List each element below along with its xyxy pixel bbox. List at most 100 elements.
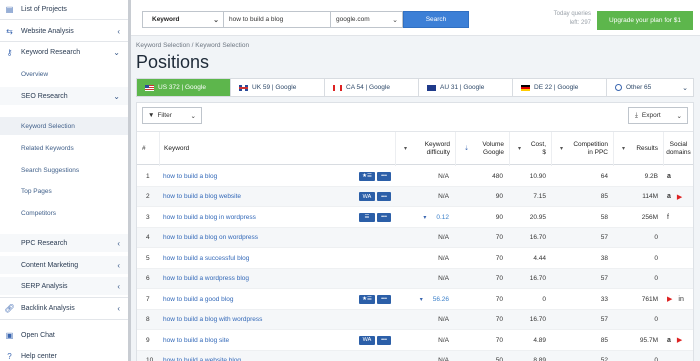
tab-ca[interactable]: CA 54 | Google bbox=[325, 79, 419, 96]
youtube-icon[interactable]: ▶ bbox=[677, 193, 682, 201]
list-icon: ▤ bbox=[5, 4, 14, 14]
amazon-icon[interactable]: a bbox=[667, 337, 671, 344]
more-icon[interactable]: ••• bbox=[377, 171, 391, 181]
table-row: 1 how to build a blog ★☰ ••• N/A 480 10.9… bbox=[137, 166, 693, 187]
social-domains: a ▶ bbox=[661, 187, 693, 207]
keyword-link[interactable]: how to build a blog in wordpress bbox=[163, 207, 353, 227]
social-domains bbox=[661, 248, 693, 268]
keyword-text[interactable]: how to build a blog in wordpress bbox=[163, 214, 256, 221]
more-icon[interactable]: ••• bbox=[377, 335, 391, 345]
col-difficulty[interactable]: ▾ Keyword difficulty bbox=[395, 132, 455, 166]
keyword-text[interactable]: how to build a blog with wordpress bbox=[163, 316, 262, 323]
chevron-down-icon[interactable]: ▾ bbox=[420, 296, 423, 303]
keyword-link[interactable]: how to build a blog bbox=[163, 166, 353, 186]
filter-button[interactable]: ▼ Filter ⌄ bbox=[142, 107, 202, 124]
sidebar-item-label: List of Projects bbox=[21, 5, 67, 13]
keyword-link[interactable]: how to build a good blog bbox=[163, 289, 353, 309]
search-type-select[interactable]: Keyword ⌄ bbox=[142, 11, 224, 28]
chevron-down-icon: ⌄ bbox=[113, 47, 120, 57]
col-cost[interactable]: ▾ Cost, $ bbox=[509, 132, 551, 166]
ca-flag-icon bbox=[333, 84, 342, 91]
serp-feature-icon[interactable]: ★☰ bbox=[359, 294, 375, 304]
keyword-link[interactable]: how to build a blog site bbox=[163, 330, 353, 350]
sidebar-item-competitors[interactable]: Competitors bbox=[0, 204, 128, 222]
sidebar-item-content-marketing[interactable]: Content Marketing ‹ bbox=[0, 256, 128, 274]
sidebar-item-search-suggestions[interactable]: Search Suggestions bbox=[0, 161, 128, 179]
difficulty-value[interactable]: 56.26 bbox=[433, 296, 449, 303]
more-icon[interactable]: ••• bbox=[377, 294, 391, 304]
row-number: 9 bbox=[146, 336, 150, 344]
volume-value: 70 bbox=[495, 336, 503, 344]
keyword-link[interactable]: how to build a blog website bbox=[163, 187, 353, 207]
youtube-icon[interactable]: ▶ bbox=[677, 336, 682, 344]
keyword-text[interactable]: how to build a blog bbox=[163, 173, 217, 180]
keyword-text[interactable]: how to build a blog site bbox=[163, 337, 229, 344]
download-icon: ⤓ bbox=[635, 111, 638, 119]
sidebar-item-list-of-projects[interactable]: ▤ List of Projects bbox=[0, 0, 128, 18]
sidebar-item-serp-analysis[interactable]: SERP Analysis ‹ bbox=[0, 277, 128, 295]
keyword-text[interactable]: how to build a wordpress blog bbox=[163, 275, 249, 282]
amazon-icon[interactable]: a bbox=[667, 173, 671, 180]
keyword-text[interactable]: how to build a website blog bbox=[163, 357, 241, 361]
col-competition[interactable]: ▾ Competition in PPC bbox=[551, 132, 613, 166]
keyword-text[interactable]: how to build a good blog bbox=[163, 296, 233, 303]
keyword-link[interactable]: how to build a successful blog bbox=[163, 248, 353, 268]
keyword-link[interactable]: how to build a blog with wordpress bbox=[163, 310, 353, 330]
results-value: 761M bbox=[641, 295, 658, 303]
sidebar-item-keyword-research[interactable]: ⚷ Keyword Research ⌄ bbox=[0, 43, 128, 61]
col-results[interactable]: ▾ Results bbox=[613, 132, 663, 166]
results-value: 114M bbox=[642, 193, 658, 200]
sidebar-item-overview[interactable]: Overview bbox=[0, 65, 128, 83]
sidebar-item-label: Content Marketing bbox=[21, 261, 79, 269]
export-button[interactable]: ⤓ Export ⌄ bbox=[628, 107, 688, 124]
facebook-icon[interactable]: f bbox=[667, 214, 669, 221]
sidebar-item-help-center[interactable]: ? Help center bbox=[0, 347, 128, 361]
search-input[interactable]: how to build a blog bbox=[224, 11, 331, 28]
keyword-text[interactable]: how to build a successful blog bbox=[163, 255, 249, 262]
database-select[interactable]: google.com ⌄ bbox=[331, 11, 403, 28]
difficulty-cell: ▾ 0.12 bbox=[407, 207, 449, 227]
tab-us[interactable]: US 372 | Google bbox=[137, 79, 231, 96]
keyword-link[interactable]: how to build a website blog bbox=[163, 351, 353, 361]
sidebar-item-label: PPC Research bbox=[21, 239, 68, 247]
chevron-down-icon[interactable]: ▾ bbox=[423, 214, 426, 221]
sidebar-item-top-pages[interactable]: Top Pages bbox=[0, 182, 128, 200]
chevron-down-icon: ⌄ bbox=[392, 16, 398, 24]
search-button[interactable]: Search bbox=[403, 11, 469, 28]
difficulty-value[interactable]: 0.12 bbox=[436, 214, 449, 221]
keyword-link[interactable]: how to build a wordpress blog bbox=[163, 269, 353, 289]
sidebar-item-open-chat[interactable]: ▣ Open Chat bbox=[0, 326, 128, 344]
competition-value: 64 bbox=[600, 172, 608, 180]
sidebar-item-ppc-research[interactable]: PPC Research ‹ bbox=[0, 234, 128, 252]
linkedin-icon[interactable]: in bbox=[678, 296, 683, 303]
serp-feature-icon[interactable]: ☰ bbox=[359, 212, 375, 222]
sidebar-item-backlink-analysis[interactable]: 🔗︎ Backlink Analysis ‹ bbox=[0, 299, 128, 317]
serp-feature-icon[interactable]: WA bbox=[359, 335, 375, 345]
tab-uk[interactable]: UK 59 | Google bbox=[231, 79, 325, 96]
tab-de[interactable]: DE 22 | Google bbox=[513, 79, 607, 96]
more-icon[interactable]: ••• bbox=[377, 192, 391, 201]
upgrade-button[interactable]: Upgrade your plan for $1 bbox=[597, 11, 693, 30]
sidebar-item-related-keywords[interactable]: Related Keywords bbox=[0, 139, 128, 157]
keyword-text[interactable]: how to build a blog website bbox=[163, 193, 241, 200]
keyword-text[interactable]: how to build a blog on wordpress bbox=[163, 234, 258, 241]
keyword-link[interactable]: how to build a blog on wordpress bbox=[163, 228, 353, 248]
keyword-actions: ☰ ••• bbox=[351, 207, 391, 227]
col-volume-label: Volume Google bbox=[482, 141, 504, 156]
more-icon[interactable]: ••• bbox=[377, 212, 391, 222]
sidebar-item-website-analysis[interactable]: ⇆ Website Analysis ‹ bbox=[0, 22, 128, 40]
social-domains bbox=[661, 310, 693, 330]
sidebar-item-seo-research[interactable]: SEO Research ⌄ bbox=[0, 87, 128, 105]
serp-feature-icon[interactable]: ★☰ bbox=[359, 171, 375, 181]
col-volume[interactable]: ⇣ Volume Google bbox=[455, 132, 509, 166]
youtube-icon[interactable]: ▶ bbox=[667, 295, 672, 303]
sidebar-item-keyword-selection[interactable]: Keyword Selection bbox=[0, 117, 128, 135]
tab-au[interactable]: AU 31 | Google bbox=[419, 79, 513, 96]
row-number: 1 bbox=[146, 172, 150, 180]
serp-feature-icon[interactable]: WA bbox=[359, 192, 375, 201]
amazon-icon[interactable]: a bbox=[667, 193, 671, 200]
col-keyword[interactable]: Keyword bbox=[159, 132, 395, 166]
globe-icon bbox=[615, 84, 622, 91]
search-input-value: how to build a blog bbox=[229, 16, 284, 23]
tab-other[interactable]: Other 65 ⌄ bbox=[607, 79, 693, 96]
